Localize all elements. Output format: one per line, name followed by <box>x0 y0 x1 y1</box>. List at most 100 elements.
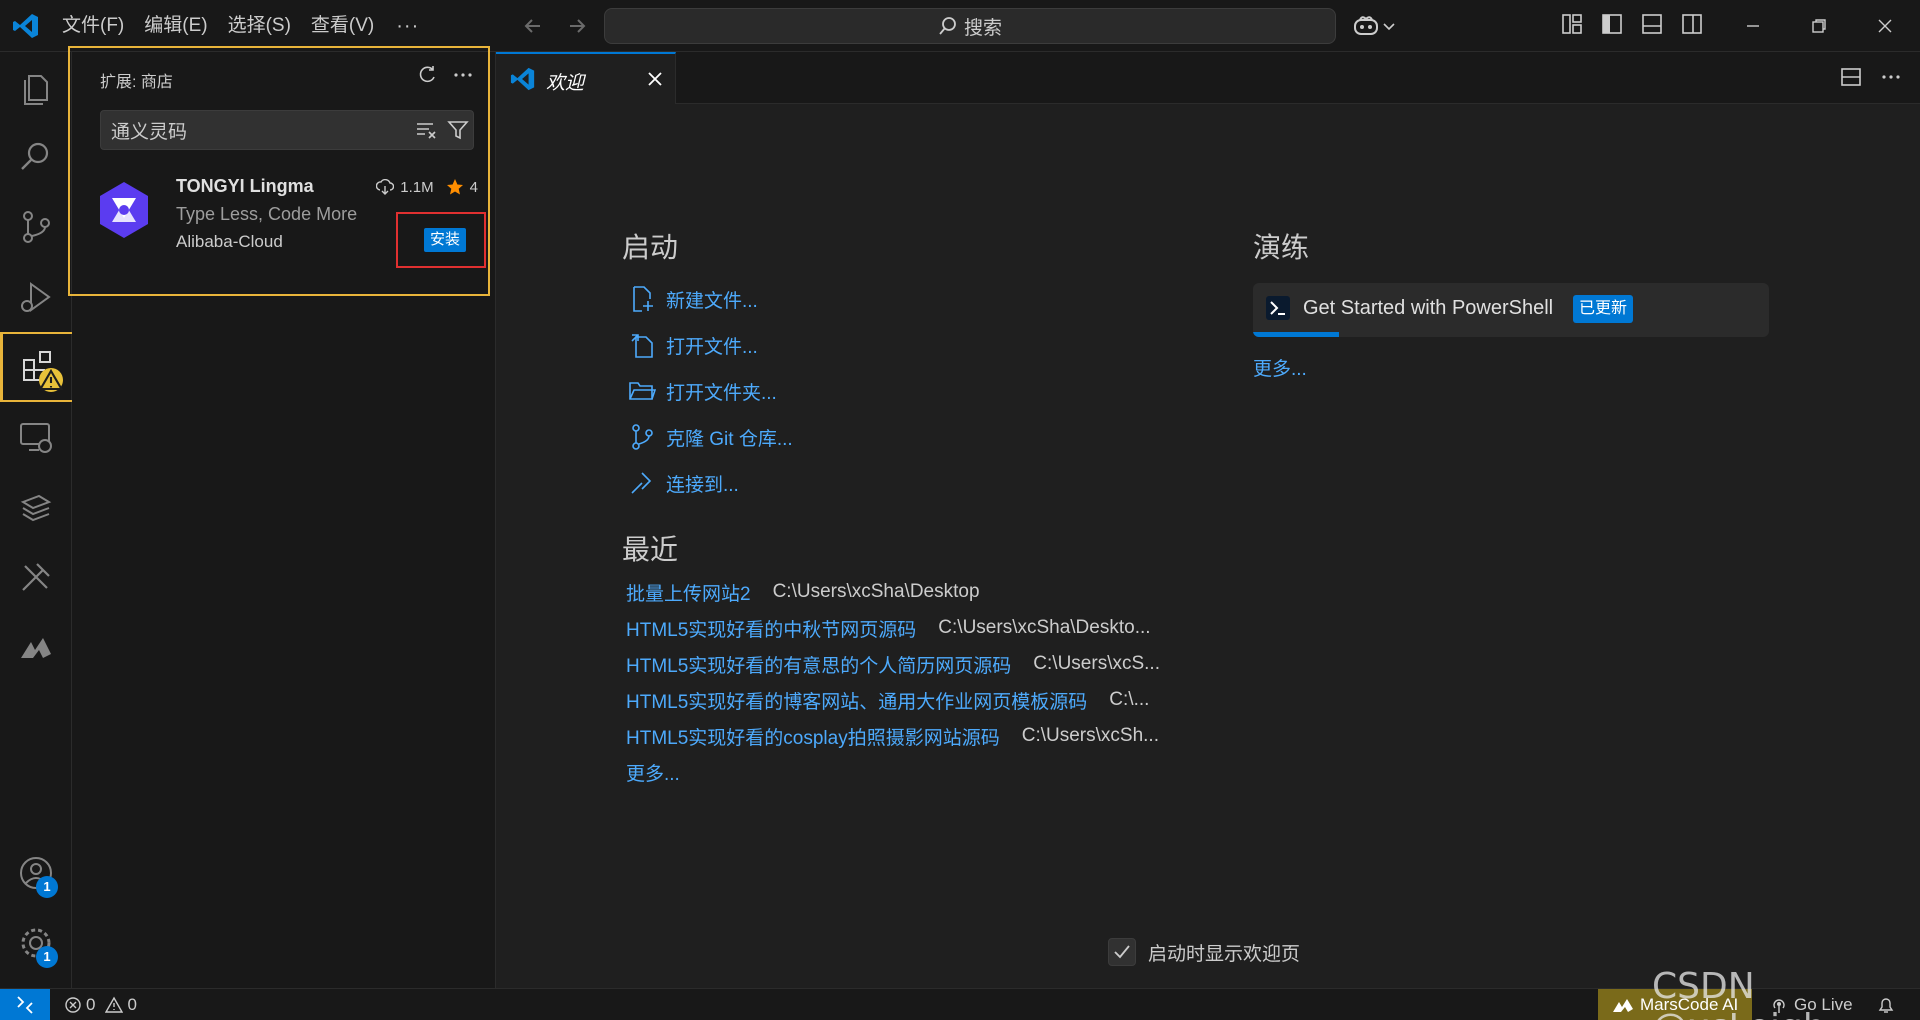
activity-bar: 1 1 <box>0 52 76 988</box>
customize-layout-icon[interactable] <box>1560 12 1584 36</box>
rating-value: 4 <box>469 178 478 196</box>
menu-bar: 文件(F) 编辑(E) 选择(S) 查看(V) ··· <box>52 0 431 52</box>
extensions-header-actions <box>416 64 474 86</box>
walkthrough-progress-bar <box>1253 332 1339 337</box>
error-icon <box>65 997 81 1013</box>
activity-marscode[interactable] <box>0 612 72 682</box>
window-controls <box>1720 0 1918 52</box>
back-arrow-icon[interactable] <box>520 13 546 39</box>
download-cloud-icon <box>376 179 395 195</box>
activity-search[interactable] <box>0 122 72 192</box>
show-welcome-checkbox[interactable] <box>1108 938 1136 966</box>
activity-explorer[interactable] <box>0 52 72 122</box>
forward-arrow-icon[interactable] <box>564 13 590 39</box>
tab-welcome[interactable]: 欢迎 <box>496 52 676 104</box>
folder-icon <box>629 382 656 400</box>
problems-indicator[interactable]: 0 0 <box>64 995 137 1015</box>
minimize-button[interactable] <box>1720 0 1786 52</box>
start-new-file-label: 新建文件... <box>666 290 758 312</box>
warning-count: 0 <box>127 995 137 1014</box>
recent-item: HTML5实现好看的有意思的个人简历网页源码 C:\Users\xcS... <box>626 646 1160 682</box>
source-control-icon <box>23 211 50 243</box>
close-icon[interactable] <box>644 68 666 90</box>
toggle-primary-sidebar-icon[interactable] <box>1600 12 1624 36</box>
extensions-marketplace-panel: 扩展: 商店 TONGYI Lingma 1.1M <box>68 46 490 296</box>
walkthrough-title: Get Started with PowerShell <box>1303 297 1554 319</box>
warning-icon <box>105 996 124 1013</box>
activity-accounts[interactable]: 1 <box>0 838 72 908</box>
activity-source-control[interactable] <box>0 192 72 262</box>
extension-name: TONGYI Lingma <box>176 176 314 196</box>
walkthrough-more-link[interactable]: 更多... <box>1253 354 1307 381</box>
menu-file[interactable]: 文件(F) <box>52 9 134 43</box>
recent-item-path: C:\Users\xcS... <box>1033 653 1160 674</box>
extension-description: Type Less, Code More <box>176 204 358 224</box>
extension-list-item[interactable]: TONGYI Lingma 1.1M 4 Type Less, Code Mor… <box>70 166 488 276</box>
title-bar: 文件(F) 编辑(E) 选择(S) 查看(V) ··· 搜索 <box>0 0 1920 52</box>
more-actions-icon[interactable] <box>452 64 474 86</box>
recent-more-link[interactable]: 更多... <box>626 759 680 786</box>
command-center-search[interactable]: 搜索 <box>604 8 1336 44</box>
tools-icon <box>22 563 50 591</box>
recent-item-path: C:\Users\xcSha\Deskto... <box>938 617 1151 638</box>
recent-more-row: 更多... <box>626 754 1160 790</box>
menu-selection[interactable]: 选择(S) <box>218 9 301 43</box>
marscode-icon <box>1613 999 1633 1012</box>
search-label: 搜索 <box>963 17 1002 39</box>
recent-item-name[interactable]: HTML5实现好看的有意思的个人简历网页源码 <box>626 651 1011 678</box>
remote-explorer-icon <box>20 423 52 453</box>
remote-indicator[interactable] <box>0 989 50 1020</box>
extension-publisher: Alibaba-Cloud <box>176 232 283 251</box>
toggle-secondary-sidebar-icon[interactable] <box>1680 12 1704 36</box>
remote-icon <box>17 996 33 1014</box>
source-control-icon <box>632 424 653 450</box>
more-actions-icon[interactable] <box>1880 66 1902 88</box>
minimize-icon <box>1747 25 1759 27</box>
copilot-icon <box>1354 16 1378 35</box>
refresh-icon[interactable] <box>416 64 438 86</box>
start-section-title: 启动 <box>622 232 679 263</box>
accounts-badge: 1 <box>36 876 58 898</box>
toggle-panel-icon[interactable] <box>1640 12 1664 36</box>
activity-manage[interactable]: 1 <box>0 908 72 978</box>
recent-item-name[interactable]: HTML5实现好看的中秋节网页源码 <box>626 615 916 642</box>
remote-connect-icon <box>631 472 652 494</box>
recent-item-path: C:\Users\xcSha\Desktop <box>772 581 980 602</box>
activity-testing[interactable] <box>0 472 72 542</box>
copilot-button[interactable] <box>1352 12 1400 40</box>
recent-item-name[interactable]: HTML5实现好看的cosplay拍照摄影网站源码 <box>626 723 1000 750</box>
walkthrough-card[interactable]: Get Started with PowerShell 已更新 <box>1253 283 1769 337</box>
activity-run-debug[interactable] <box>0 262 72 332</box>
split-editor-icon[interactable] <box>1840 66 1862 88</box>
show-welcome-toggle[interactable]: 启动时显示欢迎页 <box>1108 938 1300 966</box>
start-open-folder[interactable]: 打开文件夹... <box>628 368 793 414</box>
install-button[interactable]: 安装 <box>424 228 467 252</box>
close-window-button[interactable] <box>1852 0 1918 52</box>
error-count: 0 <box>86 995 96 1014</box>
warning-icon <box>39 368 63 391</box>
tongyi-lingma-logo <box>100 182 148 238</box>
open-file-icon <box>631 334 653 358</box>
extensions-search-input[interactable] <box>101 111 401 149</box>
restore-button[interactable] <box>1786 0 1852 52</box>
activity-remote-explorer[interactable] <box>0 402 72 472</box>
powershell-icon <box>1266 296 1290 320</box>
recent-item-name[interactable]: 批量上传网站2 <box>626 579 751 606</box>
menu-more-button[interactable]: ··· <box>384 15 431 38</box>
filter-icon[interactable] <box>447 119 469 141</box>
warning-badge <box>39 368 63 392</box>
activity-extensions[interactable] <box>0 332 76 402</box>
start-open-file[interactable]: 打开文件... <box>628 322 793 368</box>
start-connect-to[interactable]: 连接到... <box>628 460 793 506</box>
start-new-file[interactable]: 新建文件... <box>628 276 793 322</box>
clear-filter-icon[interactable] <box>415 119 437 141</box>
start-open-folder-label: 打开文件夹... <box>666 382 777 404</box>
watermark-text: CSDN @xcLeigh <box>1652 966 1826 1020</box>
start-clone-git-label: 克隆 Git 仓库... <box>666 428 793 450</box>
recent-item-name[interactable]: HTML5实现好看的博客网站、通用大作业网页模板源码 <box>626 687 1087 714</box>
menu-view[interactable]: 查看(V) <box>301 9 384 43</box>
activity-tools[interactable] <box>0 542 72 612</box>
start-clone-git[interactable]: 克隆 Git 仓库... <box>628 414 793 460</box>
menu-edit[interactable]: 编辑(E) <box>134 9 217 43</box>
search-actions <box>415 119 469 141</box>
